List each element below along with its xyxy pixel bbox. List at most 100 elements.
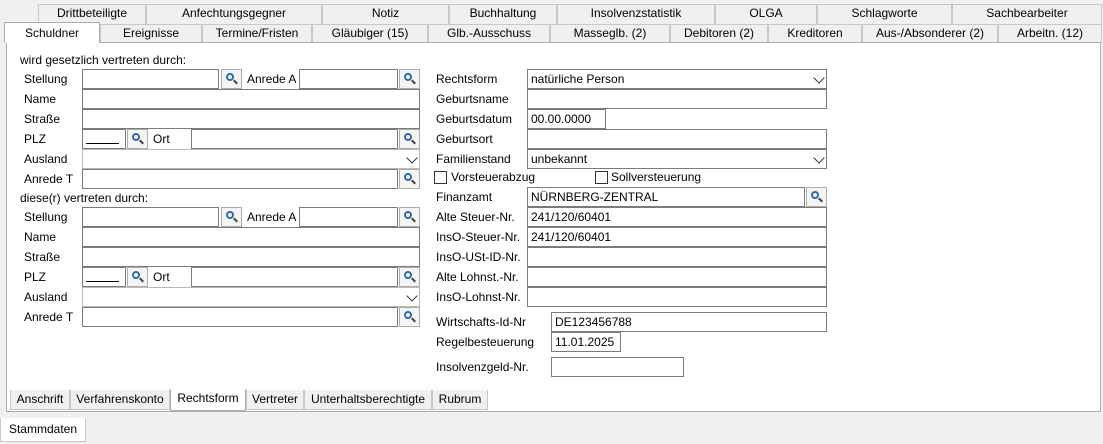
plz-field-2[interactable] xyxy=(82,267,126,287)
geburtsort-label: Geburtsort xyxy=(436,132,493,146)
tab-olga[interactable]: OLGA xyxy=(715,4,817,24)
anrede-a-field-2[interactable] xyxy=(299,207,398,227)
alte-lohnst-field[interactable] xyxy=(527,267,827,287)
tab-verfahrenskonto[interactable]: Verfahrenskonto xyxy=(70,390,170,410)
tab-arbeitn[interactable]: Arbeitn. (12) xyxy=(998,24,1102,43)
tab-buchhaltung[interactable]: Buchhaltung xyxy=(449,4,557,24)
anrede-a-field-1[interactable] xyxy=(299,69,398,89)
name-label: Name xyxy=(24,92,57,106)
alte-steuer-field[interactable]: 241/120/60401 xyxy=(527,207,827,227)
tab-kreditoren[interactable]: Kreditoren xyxy=(768,24,862,43)
insolvenzgeld-field[interactable] xyxy=(551,357,684,377)
name-label-2: Name xyxy=(24,230,57,244)
chevron-down-icon xyxy=(406,152,418,164)
inso-steuer-label: InsO-Steuer-Nr. xyxy=(436,230,521,244)
ausland-select-1[interactable] xyxy=(82,149,420,169)
rechtsform-label: Rechtsform xyxy=(436,72,498,86)
tab-insolvenzstatistik[interactable]: Insolvenzstatistik xyxy=(557,4,715,24)
plz-label: PLZ xyxy=(24,132,47,146)
ort-field-2[interactable] xyxy=(191,267,398,287)
tab-drittbeteiligte[interactable]: Drittbeteiligte xyxy=(38,4,146,24)
inso-lohnst-label: InsO-Lohnst-Nr. xyxy=(436,290,521,304)
inso-steuer-field[interactable]: 241/120/60401 xyxy=(527,227,827,247)
familienstand-value: unbekannt xyxy=(531,152,588,166)
tab-rubrum[interactable]: Rubrum xyxy=(432,390,488,410)
anrede-t-lookup-button-1[interactable] xyxy=(399,169,420,189)
ort-field-1[interactable] xyxy=(191,129,398,149)
geburtsname-label: Geburtsname xyxy=(436,92,509,106)
tab-sachbearbeiter[interactable]: Sachbearbeiter xyxy=(952,4,1102,24)
name-field-1[interactable] xyxy=(82,89,420,109)
inso-lohnst-field[interactable] xyxy=(527,287,827,307)
chevron-down-icon xyxy=(406,290,418,302)
inso-ust-field[interactable] xyxy=(527,247,827,267)
tab-debitoren[interactable]: Debitoren (2) xyxy=(670,24,768,43)
tab-schuldner[interactable]: Schuldner xyxy=(4,22,100,43)
section-title-vertreten: diese(r) vertreten durch: xyxy=(20,191,149,205)
tab-glb-ausschuss[interactable]: Glb.-Ausschuss xyxy=(428,24,550,43)
geburtsort-field[interactable] xyxy=(527,129,827,149)
insolvenzgeld-label: Insolvenzgeld-Nr. xyxy=(436,360,529,374)
inso-ust-label: InsO-USt-ID-Nr. xyxy=(436,250,521,264)
anrede-a-label: Anrede A xyxy=(247,72,297,86)
tab-termine-fristen[interactable]: Termine/Fristen xyxy=(202,24,312,43)
tab-notiz[interactable]: Notiz xyxy=(322,4,449,24)
finanzamt-field[interactable]: NÜRNBERG-ZENTRAL xyxy=(527,187,805,207)
geburtsdatum-field[interactable]: 00.00.0000 xyxy=(527,109,606,129)
ort-lookup-button-2[interactable] xyxy=(399,267,420,287)
alte-steuer-label: Alte Steuer-Nr. xyxy=(436,210,515,224)
sollversteuerung-checkbox[interactable] xyxy=(595,171,608,184)
chevron-down-icon xyxy=(813,72,825,84)
stellung-label: Stellung xyxy=(24,72,68,86)
ort-label-2: Ort xyxy=(153,270,170,284)
tab-schlagworte[interactable]: Schlagworte xyxy=(817,4,952,24)
ort-lookup-button-1[interactable] xyxy=(399,129,420,149)
ausland-label: Ausland xyxy=(24,152,68,166)
tab-masseglb[interactable]: Masseglb. (2) xyxy=(550,24,670,43)
strasse-field-2[interactable] xyxy=(82,247,420,267)
strasse-label: Straße xyxy=(24,112,61,126)
anrede-t-field-2[interactable] xyxy=(82,307,398,327)
plz-lookup-button-2[interactable] xyxy=(127,267,148,287)
anrede-a-lookup-button-2[interactable] xyxy=(399,207,420,227)
alte-lohnst-label: Alte Lohnst.-Nr. xyxy=(436,270,519,284)
tab-anfechtungsgegner[interactable]: Anfechtungsgegner xyxy=(146,4,322,24)
anrede-a-lookup-button-1[interactable] xyxy=(399,69,420,89)
tab-glaeubiger[interactable]: Gläubiger (15) xyxy=(312,24,428,43)
strasse-field-1[interactable] xyxy=(82,109,420,129)
tab-ereignisse[interactable]: Ereignisse xyxy=(100,24,202,43)
sollversteuerung-label: Sollversteuerung xyxy=(611,170,702,184)
vorsteuerabzug-label: Vorsteuerabzug xyxy=(451,170,536,184)
tab-unterhaltsberechtigte[interactable]: Unterhaltsberechtigte xyxy=(304,390,432,410)
regelbesteuerung-field[interactable]: 11.01.2025 xyxy=(551,332,621,352)
finanzamt-search-button[interactable] xyxy=(806,187,827,207)
plz-lookup-button-1[interactable] xyxy=(127,129,148,149)
vorsteuerabzug-checkbox[interactable] xyxy=(434,171,447,184)
anrede-a-label-2: Anrede A xyxy=(247,210,297,224)
name-field-2[interactable] xyxy=(82,227,420,247)
rechtsform-select[interactable]: natürliche Person xyxy=(527,69,827,89)
ausland-select-2[interactable] xyxy=(82,287,420,307)
tab-stammdaten[interactable]: Stammdaten xyxy=(0,418,86,442)
strasse-label-2: Straße xyxy=(24,250,61,264)
plz-field-1[interactable] xyxy=(82,129,126,149)
anrede-t-label: Anrede T xyxy=(24,172,74,186)
tab-vertreter[interactable]: Vertreter xyxy=(246,390,304,410)
familienstand-select[interactable]: unbekannt xyxy=(527,149,827,169)
familienstand-label: Familienstand xyxy=(436,152,511,166)
tab-aus-absonderer[interactable]: Aus-/Absonderer (2) xyxy=(862,24,998,43)
tab-rechtsform[interactable]: Rechtsform xyxy=(170,389,246,411)
wirtschafts-id-field[interactable]: DE123456788 xyxy=(551,312,827,332)
anrede-t-field-1[interactable] xyxy=(82,169,398,189)
chevron-down-icon xyxy=(813,152,825,164)
rechtsform-value: natürliche Person xyxy=(531,72,625,86)
stellung-field-2[interactable] xyxy=(82,207,219,227)
anrede-t-lookup-button-2[interactable] xyxy=(399,307,420,327)
tab-anschrift[interactable]: Anschrift xyxy=(10,390,70,410)
plz-label-2: PLZ xyxy=(24,270,47,284)
geburtsname-field[interactable] xyxy=(527,89,827,109)
stellung-lookup-button-2[interactable] xyxy=(221,207,242,227)
ort-label: Ort xyxy=(153,132,170,146)
stellung-lookup-button-1[interactable] xyxy=(221,69,242,89)
stellung-field-1[interactable] xyxy=(82,69,219,89)
